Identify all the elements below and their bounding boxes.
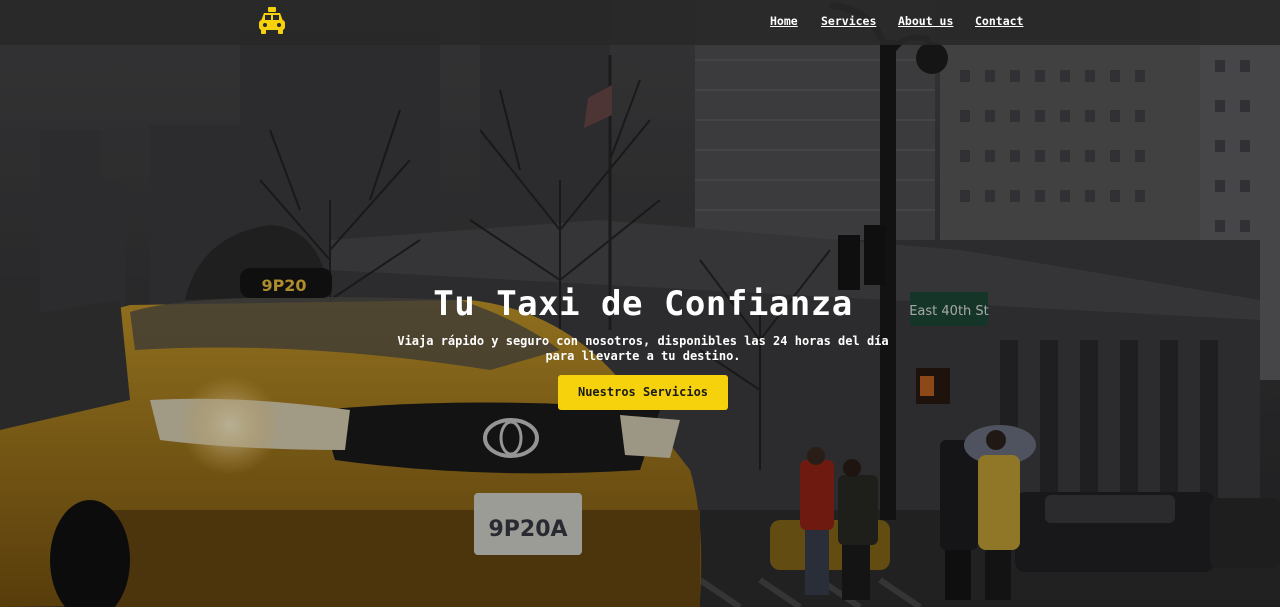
hero-content: Tu Taxi de Confianza Viaja rápido y segu… <box>0 280 1280 410</box>
nav-link-home[interactable]: Home <box>770 14 798 28</box>
hero-subtitle: Viaja rápido y seguro con nosotros, disp… <box>397 334 889 363</box>
top-navbar: Home Services About us Contact <box>0 0 1280 45</box>
nav-link-services[interactable]: Services <box>821 14 876 28</box>
nav-link-about-us[interactable]: About us <box>898 14 953 28</box>
taxi-logo-icon[interactable] <box>257 6 287 36</box>
hero-section: East 40th St 9P20 9P20A Home Services Ab… <box>0 0 1280 607</box>
nav-link-contact[interactable]: Contact <box>975 14 1023 28</box>
hero-title: Tu Taxi de Confianza <box>433 284 853 324</box>
services-cta-button[interactable]: Nuestros Servicios <box>557 375 729 410</box>
